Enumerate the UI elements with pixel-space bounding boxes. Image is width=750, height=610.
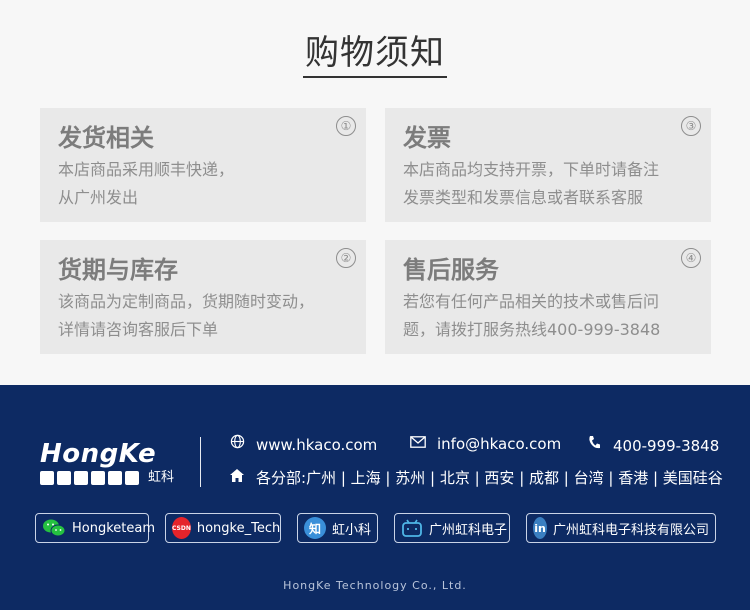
- phone-text: 400-999-3848: [613, 436, 720, 455]
- page-title: 购物须知: [303, 32, 447, 78]
- card-invoice: ③ 发票 本店商品均支持开票，下单时请备注 发票类型和发票信息或者联系客服: [385, 108, 711, 222]
- card-number: ④: [681, 248, 701, 268]
- branches-list: 广州 | 上海 | 苏州 | 北京 | 西安 | 成都 | 台湾 | 香港 | …: [306, 469, 723, 487]
- card-number: ③: [681, 116, 701, 136]
- card-line: 本店商品均支持开票，下单时请备注: [403, 160, 660, 179]
- card-number: ②: [336, 248, 356, 268]
- branches-label: 各分部:: [256, 469, 307, 487]
- phone-link[interactable]: 400-999-3848: [585, 435, 719, 456]
- card-line: 从广州发出: [58, 188, 139, 207]
- phone-icon: [585, 435, 603, 456]
- social-label: 广州虹科电子科技有限公司: [552, 522, 709, 538]
- email-link[interactable]: info@hkaco.com: [409, 434, 561, 454]
- email-text: info@hkaco.com: [437, 435, 562, 453]
- shopping-notice-section: 购物须知 ① 发货相关 本店商品采用顺丰快递， 从广州发出 ③ 发票 本店商品均…: [0, 0, 750, 385]
- csdn-icon: CSDN: [172, 517, 191, 539]
- card-number: ①: [336, 116, 356, 136]
- card-title: 货期与库存: [58, 256, 178, 284]
- social-label: hongke_Tech: [196, 520, 281, 536]
- hongke-logo[interactable]: HongKe 虹科: [40, 439, 174, 485]
- social-label: 虹小科: [331, 522, 371, 538]
- card-line: 该商品为定制商品，货期随时变动，: [58, 292, 315, 311]
- card-line: 发票类型和发票信息或者联系客服: [403, 188, 644, 207]
- card-line: 题，请拨打服务热线400-999-3848: [403, 320, 661, 339]
- card-line: 本店商品采用顺丰快递，: [58, 160, 235, 179]
- website-text: www.hkaco.com: [256, 435, 378, 454]
- card-title: 售后服务: [403, 256, 499, 284]
- website-link[interactable]: www.hkaco.com: [228, 434, 377, 455]
- globe-icon: [228, 434, 246, 455]
- card-title: 发货相关: [58, 124, 154, 152]
- logo-text: HongKe: [40, 439, 157, 469]
- card-line: 若您有任何产品相关的技术或售后问: [403, 292, 660, 311]
- zhihu-icon: 知: [304, 517, 326, 539]
- card-after-sales: ④ 售后服务 若您有任何产品相关的技术或售后问 题，请拨打服务热线400-999…: [385, 240, 711, 354]
- social-csdn[interactable]: CSDN hongke_Tech: [165, 513, 281, 543]
- social-linkedin[interactable]: in 广州虹科电子科技有限公司: [526, 513, 716, 543]
- social-label: Hongketeam: [72, 520, 156, 536]
- divider: [200, 437, 201, 487]
- copyright: HongKe Technology Co., Ltd.: [283, 579, 467, 592]
- social-bilibili[interactable]: 广州虹科电子: [394, 513, 510, 543]
- home-icon: [228, 468, 246, 488]
- social-zhihu[interactable]: 知 虹小科: [297, 513, 378, 543]
- linkedin-icon: in: [533, 517, 547, 539]
- bilibili-icon: [401, 517, 423, 539]
- logo-cn: 虹科: [148, 470, 175, 485]
- card-title: 发票: [403, 124, 451, 152]
- social-label: 广州虹科电子: [429, 522, 508, 538]
- footer: HongKe 虹科 www.hkaco.com info@hkaco.com 4…: [0, 385, 750, 610]
- social-wechat[interactable]: Hongketeam: [35, 513, 155, 543]
- mail-icon: [409, 434, 427, 454]
- card-line: 详情请咨询客服后下单: [58, 320, 219, 339]
- page-title-wrap: 购物须知: [0, 32, 750, 78]
- card-shipping: ① 发货相关 本店商品采用顺丰快递， 从广州发出: [40, 108, 366, 222]
- branches-row: 各分部: 广州 | 上海 | 苏州 | 北京 | 西安 | 成都 | 台湾 | …: [228, 468, 723, 488]
- wechat-icon: [42, 517, 66, 539]
- card-lead-time: ② 货期与库存 该商品为定制商品，货期随时变动， 详情请咨询客服后下单: [40, 240, 366, 354]
